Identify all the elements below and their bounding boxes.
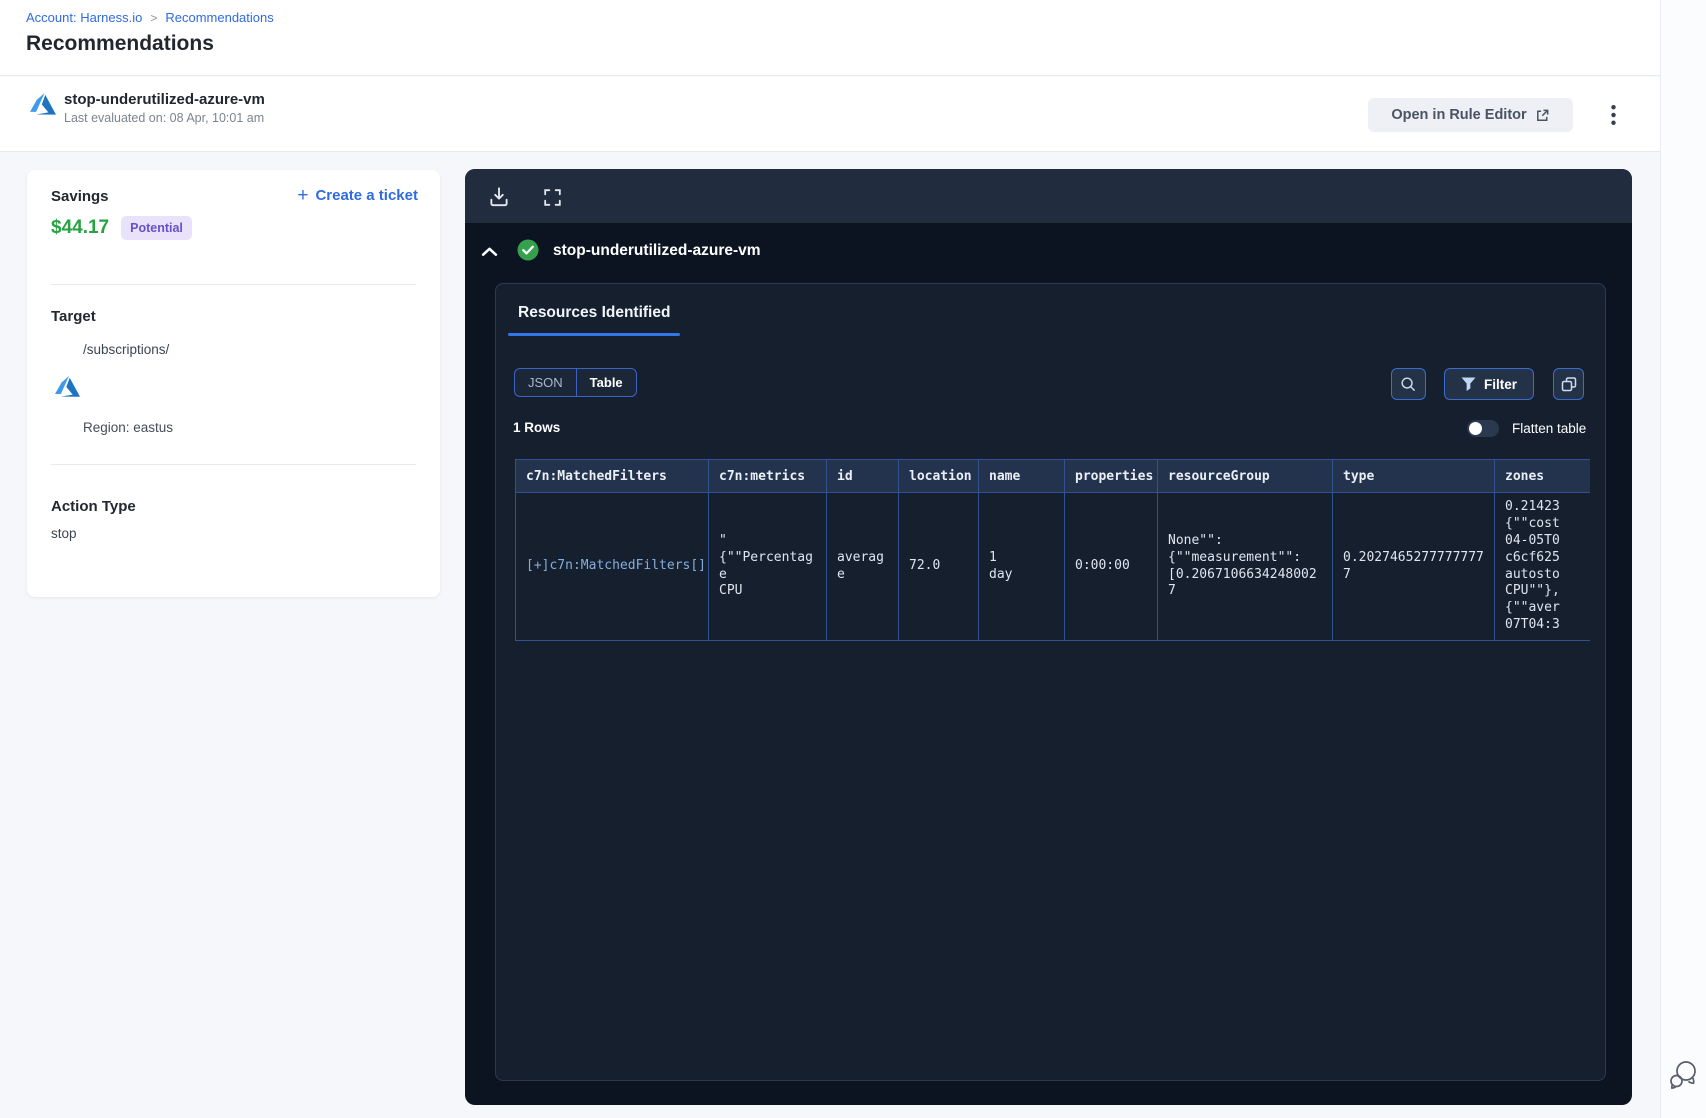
resources-table: c7n:MatchedFilters c7n:metrics id locati… (515, 459, 1590, 642)
flatten-table-toggle[interactable] (1467, 420, 1499, 437)
action-type-label: Action Type (51, 498, 136, 515)
recommendation-name: stop-underutilized-azure-vm (64, 91, 265, 108)
breadcrumb-separator: > (150, 10, 158, 25)
success-check-icon (517, 239, 539, 261)
tab-resources-identified[interactable]: Resources Identified (508, 296, 681, 336)
column-header-matched-filters: c7n:MatchedFilters (515, 459, 709, 493)
page-title: Recommendations (26, 32, 214, 55)
column-header-location: location (898, 459, 979, 493)
more-options-button[interactable] (1598, 97, 1628, 133)
savings-amount: $44.17 (51, 217, 110, 238)
cell-type: 0.20274652777777777 (1332, 491, 1495, 642)
view-mode-segmented-control: JSON Table (514, 368, 637, 397)
breadcrumb-recommendations-link[interactable]: Recommendations (165, 10, 273, 25)
target-region: Region: eastus (83, 420, 174, 435)
chat-bubbles-icon (1669, 1059, 1701, 1091)
filter-label: Filter (1483, 376, 1517, 392)
open-in-rule-editor-button[interactable]: Open in Rule Editor (1368, 98, 1573, 132)
filter-funnel-icon (1461, 377, 1476, 391)
savings-label: Savings (51, 188, 109, 205)
create-ticket-link[interactable]: + Create a ticket (297, 186, 418, 205)
panel-title: stop-underutilized-azure-vm (553, 242, 761, 259)
column-header-id: id (826, 459, 899, 493)
column-header-name: name (978, 459, 1065, 493)
plus-icon: + (297, 185, 309, 206)
fullscreen-button[interactable] (541, 184, 567, 210)
table-header-row: c7n:MatchedFilters c7n:metrics id locati… (515, 459, 1590, 493)
flatten-table-label: Flatten table (1512, 421, 1587, 436)
tab-label: Resources Identified (518, 304, 671, 321)
view-table-button[interactable]: Table (575, 369, 636, 396)
create-ticket-label: Create a ticket (315, 187, 418, 204)
column-header-type: type (1332, 459, 1495, 493)
potential-badge: Potential (121, 216, 192, 240)
azure-icon (55, 376, 80, 399)
resources-table-wrapper: c7n:MatchedFilters c7n:metrics id locati… (515, 459, 1590, 642)
kebab-menu-icon (1610, 105, 1616, 125)
breadcrumb: Account: Harness.io > Recommendations (26, 10, 274, 25)
azure-icon (30, 93, 56, 117)
download-button[interactable] (487, 184, 513, 210)
cell-zones: 0.21423 {""cost 04-05T0 c6cf625 autosto … (1494, 491, 1590, 642)
cell-id: average (826, 491, 899, 642)
column-header-resource-group: resourceGroup (1157, 459, 1333, 493)
copy-icon (1560, 375, 1578, 393)
column-header-zones: zones (1494, 459, 1590, 493)
collapse-chevron-button[interactable] (481, 239, 505, 263)
external-link-icon (1535, 108, 1550, 123)
filter-button[interactable]: Filter (1444, 368, 1534, 400)
rows-count: 1 Rows (513, 420, 561, 435)
recommendations-page: Account: Harness.io > Recommendations Re… (0, 0, 1706, 1118)
divider (51, 284, 416, 285)
view-json-button[interactable]: JSON (515, 369, 576, 396)
details-card: Savings + Create a ticket $44.17 Potenti… (27, 170, 440, 597)
cell-location: 72.0 (898, 491, 979, 642)
page-header: Account: Harness.io > Recommendations Re… (0, 0, 1660, 76)
cell-resource-group: None"": {""measurement"": [0.20671066342… (1157, 491, 1333, 642)
resources-card: Resources Identified JSON Table Filter 1… (495, 283, 1606, 1081)
cell-properties: 0:00:00 (1064, 491, 1158, 642)
action-type-value: stop (51, 526, 77, 541)
search-button[interactable] (1391, 368, 1426, 400)
target-path: /subscriptions/ (83, 342, 170, 357)
cell-metrics: " {""Percentage CPU (708, 491, 827, 642)
divider (51, 464, 416, 465)
right-rail (1660, 0, 1706, 1118)
column-header-properties: properties (1064, 459, 1158, 493)
recommendation-header: stop-underutilized-azure-vm Last evaluat… (0, 77, 1660, 152)
cell-name: 1 day (978, 491, 1065, 642)
search-icon (1400, 376, 1417, 393)
results-panel: stop-underutilized-azure-vm Resources Id… (465, 169, 1632, 1105)
column-header-metrics: c7n:metrics (708, 459, 827, 493)
open-in-rule-editor-label: Open in Rule Editor (1391, 107, 1527, 123)
panel-toolbar (465, 169, 1632, 223)
breadcrumb-account-link[interactable]: Account: Harness.io (26, 10, 142, 25)
table-row: [+]c7n:MatchedFilters[] " {""Percentage … (515, 491, 1590, 642)
support-chat-button[interactable] (1669, 1058, 1701, 1092)
copy-button[interactable] (1553, 368, 1584, 400)
cell-matched-filters-expander[interactable]: [+]c7n:MatchedFilters[] (515, 491, 709, 642)
target-label: Target (51, 308, 96, 325)
last-evaluated-text: Last evaluated on: 08 Apr, 10:01 am (64, 111, 265, 125)
toggle-knob (1469, 422, 1482, 435)
